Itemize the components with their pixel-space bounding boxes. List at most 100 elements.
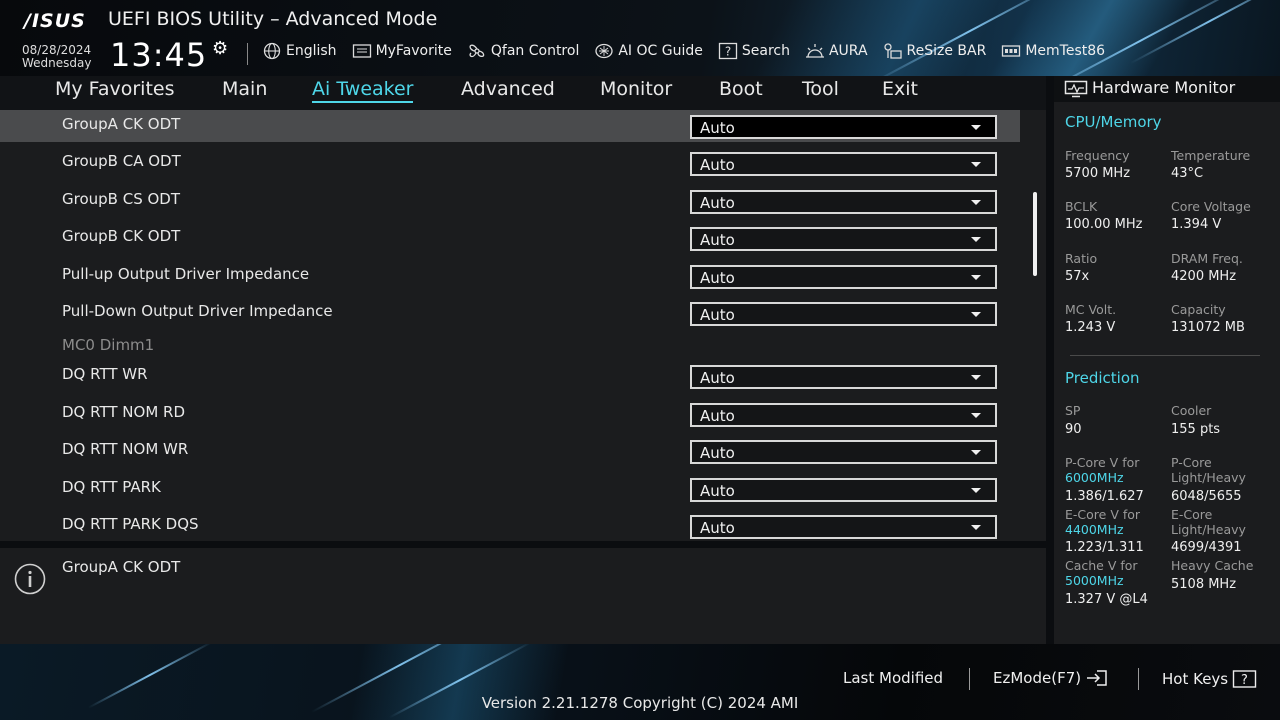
- setting-label: Pull-up Output Driver Impedance: [62, 265, 310, 283]
- setting-row-groupb-ca-odt[interactable]: GroupB CA ODT Auto: [0, 147, 1020, 179]
- globe-icon: [263, 42, 281, 60]
- footer-bar: Last Modified EzMode(F7) Hot Keys ? Vers…: [0, 644, 1280, 720]
- caret-down-icon: [971, 237, 981, 242]
- toolbar: English MyFavorite Qfan Control AI OC Gu…: [262, 42, 1105, 60]
- pcore-lh-label: P-Core: [1171, 455, 1212, 470]
- dropdown-value: Auto: [700, 306, 735, 324]
- settings-list: GroupA CK ODT Auto GroupB CA ODT Auto Gr…: [0, 110, 1046, 541]
- resize-bar-button[interactable]: ReSize BAR: [883, 42, 987, 60]
- cooler-label: Cooler: [1171, 403, 1212, 418]
- groupa-ck-odt-dropdown[interactable]: Auto: [690, 115, 997, 139]
- setting-row-groupb-ck-odt[interactable]: GroupB CK ODT Auto: [0, 222, 1020, 254]
- setting-label: DQ RTT NOM WR: [62, 440, 189, 458]
- setting-row-groupa-ck-odt[interactable]: GroupA CK ODT Auto: [0, 110, 1020, 142]
- hot-keys-button[interactable]: Hot Keys ?: [1162, 669, 1258, 689]
- tab-my-favorites[interactable]: My Favorites: [55, 78, 175, 100]
- tab-advanced[interactable]: Advanced: [461, 78, 555, 100]
- setting-row-dq-rtt-park-dqs[interactable]: DQ RTT PARK DQS Auto: [0, 510, 1020, 541]
- caret-down-icon: [971, 413, 981, 418]
- clock-settings-gear-icon[interactable]: ⚙: [212, 38, 228, 59]
- dq-rtt-wr-dropdown[interactable]: Auto: [690, 365, 997, 389]
- bclk-value: 100.00 MHz: [1065, 217, 1143, 232]
- header-separator: [247, 43, 248, 65]
- setting-label: GroupB CK ODT: [62, 227, 181, 245]
- main-tabs: My Favorites Main Ai Tweaker Advanced Mo…: [0, 76, 1046, 110]
- ai-oc-guide-button[interactable]: AI OC Guide: [594, 42, 703, 60]
- dropdown-value: Auto: [700, 444, 735, 462]
- version-text: Version 2.21.1278 Copyright (C) 2024 AMI: [481, 694, 799, 712]
- tab-ai-tweaker[interactable]: Ai Tweaker: [312, 78, 414, 103]
- tab-exit[interactable]: Exit: [882, 78, 918, 100]
- setting-row-groupb-cs-odt[interactable]: GroupB CS ODT Auto: [0, 185, 1020, 217]
- groupb-ck-odt-dropdown[interactable]: Auto: [690, 227, 997, 251]
- ratio-value: 57x: [1065, 269, 1090, 284]
- header-bar: /ISUS UEFI BIOS Utility – Advanced Mode …: [0, 0, 1280, 76]
- setting-row-dq-rtt-nom-wr[interactable]: DQ RTT NOM WR Auto: [0, 435, 1020, 467]
- pcore-v-label: P-Core V for: [1065, 455, 1140, 470]
- groupb-ca-odt-dropdown[interactable]: Auto: [690, 152, 997, 176]
- dropdown-value: Auto: [700, 194, 735, 212]
- tab-monitor[interactable]: Monitor: [600, 78, 672, 100]
- tab-main[interactable]: Main: [222, 78, 267, 100]
- caret-down-icon: [971, 375, 981, 380]
- temperature-value: 43°C: [1171, 166, 1204, 181]
- dropdown-value: Auto: [700, 519, 735, 537]
- dram-freq-label: DRAM Freq.: [1171, 251, 1243, 266]
- setting-label: GroupB CA ODT: [62, 152, 181, 170]
- pcore-v-value: 1.386/1.627: [1065, 489, 1144, 504]
- memtest-icon: [1002, 45, 1021, 57]
- caret-down-icon: [971, 488, 981, 493]
- heavy-cache-value: 5108 MHz: [1171, 577, 1237, 592]
- clock[interactable]: 13:45: [110, 36, 207, 74]
- caret-down-icon: [971, 275, 981, 280]
- dq-rtt-nom-rd-dropdown[interactable]: Auto: [690, 403, 997, 427]
- aura-label: AURA: [828, 43, 868, 59]
- mc-volt-label: MC Volt.: [1065, 302, 1117, 317]
- setting-label: DQ RTT PARK: [62, 478, 161, 496]
- tab-boot[interactable]: Boot: [719, 78, 763, 100]
- setting-row-dq-rtt-wr[interactable]: DQ RTT WR Auto: [0, 360, 1020, 392]
- search-button[interactable]: ? Search: [718, 42, 790, 60]
- hot-keys-label: Hot Keys: [1162, 670, 1229, 688]
- memtest86-button[interactable]: MemTest86: [1001, 42, 1105, 60]
- ratio-label: Ratio: [1065, 251, 1098, 266]
- ezmode-button[interactable]: EzMode(F7): [993, 669, 1109, 687]
- ecore-lh-label: E-Core: [1171, 507, 1213, 522]
- ecore-v-label: E-Core V for: [1065, 507, 1141, 522]
- hardware-monitor-titlebar: Hardware Monitor: [1054, 76, 1280, 102]
- qfan-control-button[interactable]: Qfan Control: [467, 42, 579, 60]
- ecore-v-value: 1.223/1.311: [1065, 540, 1144, 555]
- setting-label: GroupA CK ODT: [62, 115, 181, 133]
- dropdown-value: Auto: [700, 156, 735, 174]
- setting-row-dq-rtt-park[interactable]: DQ RTT PARK Auto: [0, 473, 1020, 505]
- dq-rtt-nom-wr-dropdown[interactable]: Auto: [690, 440, 997, 464]
- setting-label: DQ RTT WR: [62, 365, 148, 383]
- capacity-value: 131072 MB: [1171, 320, 1245, 335]
- settings-scrollbar[interactable]: [1033, 192, 1037, 276]
- dq-rtt-park-dqs-dropdown[interactable]: Auto: [690, 515, 997, 539]
- groupb-cs-odt-dropdown[interactable]: Auto: [690, 190, 997, 214]
- resize-bar-icon: [883, 43, 902, 59]
- caret-down-icon: [971, 162, 981, 167]
- pull-down-impedance-dropdown[interactable]: Auto: [690, 302, 997, 326]
- pcore-v-freq: 6000MHz: [1065, 470, 1124, 485]
- dq-rtt-park-dropdown[interactable]: Auto: [690, 478, 997, 502]
- pull-up-impedance-dropdown[interactable]: Auto: [690, 265, 997, 289]
- setting-row-dq-rtt-nom-rd[interactable]: DQ RTT NOM RD Auto: [0, 398, 1020, 430]
- cooler-value: 155 pts: [1171, 422, 1221, 437]
- language-button[interactable]: English: [262, 42, 337, 60]
- core-voltage-value: 1.394 V: [1171, 217, 1222, 232]
- sp-label: SP: [1065, 403, 1081, 418]
- caret-down-icon: [971, 312, 981, 317]
- last-modified-label: Last Modified: [843, 669, 944, 687]
- setting-row-pull-down-impedance[interactable]: Pull-Down Output Driver Impedance Auto: [0, 297, 1020, 329]
- prediction-heading: Prediction: [1065, 369, 1140, 387]
- setting-row-pull-up-impedance[interactable]: Pull-up Output Driver Impedance Auto: [0, 260, 1020, 292]
- tab-tool[interactable]: Tool: [802, 78, 839, 100]
- dropdown-value: Auto: [700, 119, 735, 137]
- myfavorite-button[interactable]: MyFavorite: [352, 42, 452, 60]
- resize-bar-label: ReSize BAR: [906, 43, 987, 59]
- last-modified-button[interactable]: Last Modified: [843, 669, 943, 687]
- aura-button[interactable]: AURA: [805, 42, 868, 60]
- pcore-lh-label-2: Light/Heavy: [1171, 470, 1246, 485]
